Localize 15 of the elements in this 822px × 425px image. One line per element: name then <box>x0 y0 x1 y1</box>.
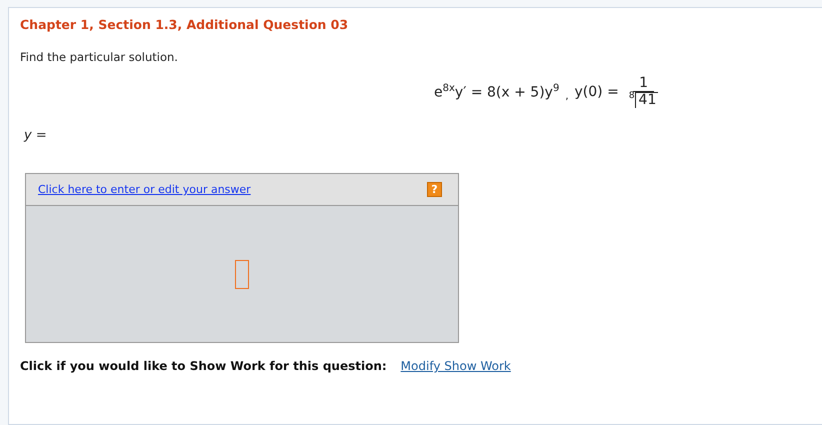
show-work-prompt: Click if you would like to Show Work for this question: <box>20 359 387 373</box>
edit-answer-link[interactable]: Click here to enter or edit your answer <box>38 183 251 196</box>
answer-editor[interactable]: Click here to enter or edit your answer ? <box>25 173 459 343</box>
question-title: Chapter 1, Section 1.3, Additional Question 03 <box>20 17 350 32</box>
numerator: 1 <box>633 76 654 92</box>
instruction-text: Find the particular solution. <box>20 50 179 64</box>
modify-show-work-link[interactable]: Modify Show Work <box>400 359 511 373</box>
editor-area[interactable] <box>26 206 458 342</box>
differential-equation: e$^{8x}$y′ = 8(x + 5)y$^{9}$ <box>434 83 560 101</box>
input-placeholder-icon <box>235 260 249 288</box>
initial-condition: y(0) = <box>574 84 619 100</box>
answer-label: y = <box>24 128 48 143</box>
radicand: 41 <box>634 92 658 108</box>
comma: , <box>565 91 569 102</box>
root-index: 8 <box>628 92 635 101</box>
